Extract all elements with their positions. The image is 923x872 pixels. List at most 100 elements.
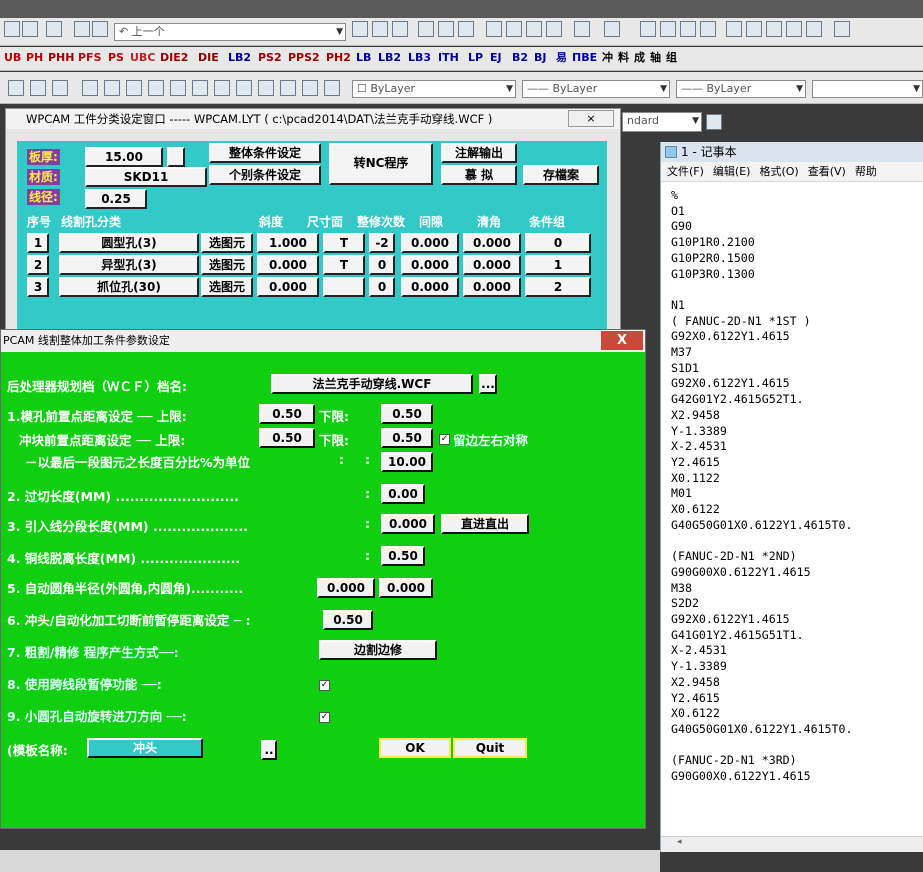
- leadin-value[interactable]: 0.000: [381, 514, 435, 534]
- cell-face[interactable]: [323, 277, 365, 297]
- scroll-left-icon[interactable]: ◂: [677, 837, 682, 847]
- menu-format[interactable]: 格式(O): [759, 165, 798, 178]
- wpcam-tool-button[interactable]: 易: [554, 50, 569, 66]
- save-button[interactable]: 存檔案: [523, 165, 599, 185]
- zoom-icon[interactable]: [660, 21, 676, 37]
- wpcam-tool-button[interactable]: PS2: [256, 50, 284, 66]
- fillet-inner-value[interactable]: 0.000: [379, 578, 433, 598]
- draw-icon[interactable]: [236, 80, 252, 96]
- wpcam-tool-button[interactable]: PFS: [76, 50, 104, 66]
- zoom-window-icon[interactable]: [680, 21, 696, 37]
- template-value[interactable]: 冲头: [87, 738, 203, 758]
- undo-icon[interactable]: [574, 21, 590, 37]
- color-icon[interactable]: [192, 80, 208, 96]
- wpcam-tool-button[interactable]: UBC: [128, 50, 157, 66]
- lineweight-combo[interactable]: —— ByLayer ▼: [676, 80, 806, 98]
- plate-thickness-extra[interactable]: [167, 147, 185, 167]
- rough-finish-button[interactable]: 边割边修: [319, 640, 437, 660]
- horizontal-scrollbar[interactable]: ◂: [661, 836, 923, 852]
- die-approach-lower[interactable]: 0.50: [381, 404, 433, 424]
- preview-icon[interactable]: [438, 21, 454, 37]
- overcut-value[interactable]: 0.00: [381, 484, 425, 504]
- wpcam-tool-button[interactable]: UB: [2, 50, 23, 66]
- die-approach-upper[interactable]: 0.50: [259, 404, 315, 424]
- direct-out-button[interactable]: 直进直出: [441, 514, 529, 534]
- layer-color-combo[interactable]: ☐ ByLayer ▼: [352, 80, 516, 98]
- undo-combo[interactable]: ↶ 上一个 ▼: [114, 23, 346, 41]
- cell-corner[interactable]: 0.000: [463, 277, 521, 297]
- tool-icon[interactable]: [82, 80, 98, 96]
- wpcam-tool-button[interactable]: 冲: [600, 50, 615, 66]
- layout-icon[interactable]: [4, 21, 20, 37]
- wpcam-tool-button[interactable]: 轴: [648, 50, 663, 66]
- cell-select[interactable]: 选图元: [201, 255, 253, 275]
- block-icon[interactable]: [74, 21, 90, 37]
- tool-icon[interactable]: [126, 80, 142, 96]
- individual-settings-button[interactable]: 个别条件设定: [209, 165, 321, 185]
- wpcam-tool-button[interactable]: DIE: [196, 50, 221, 66]
- calculator-icon[interactable]: [806, 21, 822, 37]
- sheet-set-icon[interactable]: [786, 21, 802, 37]
- print-icon[interactable]: [418, 21, 434, 37]
- cell-type[interactable]: 抓位孔(30): [59, 277, 199, 297]
- paste-icon[interactable]: [526, 21, 542, 37]
- cell-no[interactable]: 3: [27, 277, 49, 297]
- block-edit-icon[interactable]: [92, 21, 108, 37]
- pan-icon[interactable]: [640, 21, 656, 37]
- wpcam-tool-button[interactable]: LB3: [406, 50, 433, 66]
- draw-icon[interactable]: [280, 80, 296, 96]
- save-icon[interactable]: [392, 21, 408, 37]
- percent-value[interactable]: 10.00: [381, 452, 433, 472]
- cell-corner[interactable]: 0.000: [463, 233, 521, 253]
- cell-face[interactable]: T: [323, 233, 365, 253]
- wpcam-tool-button[interactable]: LB2: [226, 50, 253, 66]
- punch-approach-upper[interactable]: 0.50: [259, 428, 315, 448]
- menu-file[interactable]: 文件(F): [667, 165, 704, 178]
- draw-icon[interactable]: [302, 80, 318, 96]
- wpcam-tool-button[interactable]: PPS2: [286, 50, 322, 66]
- design-center-icon[interactable]: [746, 21, 762, 37]
- cell-passes[interactable]: 0: [369, 255, 395, 275]
- notepad-text-area[interactable]: % O1 G90 G10P1R0.2100 G10P2R0.1500 G10P3…: [661, 182, 923, 828]
- cross-pause-checkbox[interactable]: ✓: [319, 680, 330, 691]
- properties-icon[interactable]: [726, 21, 742, 37]
- wpcam-tool-button[interactable]: B2: [510, 50, 530, 66]
- post-processor-value[interactable]: 法兰克手动穿线.WCF: [271, 374, 473, 394]
- wpcam-tool-button[interactable]: DIE2: [158, 50, 190, 66]
- wpcam-tool-button[interactable]: 成: [632, 50, 647, 66]
- new-file-icon[interactable]: [352, 21, 368, 37]
- menu-help[interactable]: 帮助: [855, 165, 877, 178]
- cell-no[interactable]: 1: [27, 233, 49, 253]
- wpcam-tool-button[interactable]: LB2: [376, 50, 403, 66]
- wire-diameter-value[interactable]: 0.25: [85, 189, 147, 209]
- tool-palette-icon[interactable]: [766, 21, 782, 37]
- layer-manager-icon[interactable]: [8, 80, 24, 96]
- plate-thickness-value[interactable]: 15.00: [85, 147, 163, 167]
- open-file-icon[interactable]: [372, 21, 388, 37]
- wpcam-tool-button[interactable]: 料: [616, 50, 631, 66]
- cell-select[interactable]: 选图元: [201, 277, 253, 297]
- cell-group[interactable]: 2: [525, 277, 591, 297]
- match-properties-icon[interactable]: [546, 21, 562, 37]
- help-icon[interactable]: [834, 21, 850, 37]
- menu-edit[interactable]: 编辑(E): [713, 165, 751, 178]
- to-nc-button[interactable]: 转NC程序: [329, 143, 433, 185]
- draw-icon[interactable]: [324, 80, 340, 96]
- pause-value[interactable]: 0.50: [323, 610, 373, 630]
- cell-group[interactable]: 1: [525, 255, 591, 275]
- cell-face[interactable]: T: [323, 255, 365, 275]
- post-processor-browse[interactable]: ...: [479, 374, 497, 394]
- annotation-output-button[interactable]: 注解输出: [441, 143, 517, 163]
- cell-gap[interactable]: 0.000: [401, 233, 459, 253]
- tool-icon[interactable]: [148, 80, 164, 96]
- cell-no[interactable]: 2: [27, 255, 49, 275]
- menu-view[interactable]: 查看(V): [808, 165, 846, 178]
- small-hole-checkbox[interactable]: ✓: [319, 712, 330, 723]
- redo-icon[interactable]: [604, 21, 620, 37]
- cell-passes[interactable]: 0: [369, 277, 395, 297]
- wpcam-tool-button[interactable]: EJ: [488, 50, 504, 66]
- cell-select[interactable]: 选图元: [201, 233, 253, 253]
- dimstyle-icon[interactable]: [706, 114, 722, 130]
- quit-button[interactable]: Quit: [453, 738, 527, 758]
- wpcam-tool-button[interactable]: ПВЕ: [570, 50, 599, 66]
